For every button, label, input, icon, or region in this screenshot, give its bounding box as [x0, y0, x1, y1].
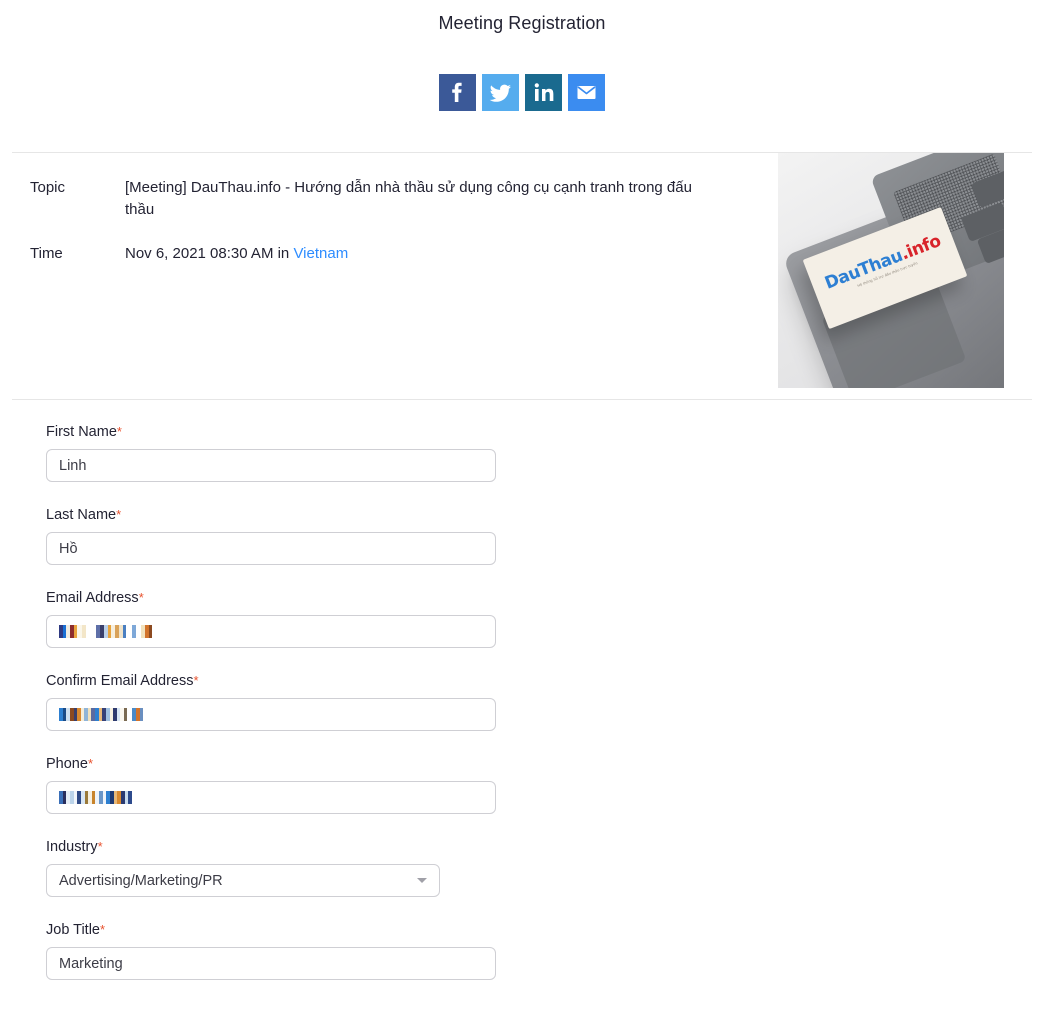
- last-name-value: Hồ: [59, 540, 78, 557]
- page-title: Meeting Registration: [438, 13, 606, 33]
- confirm-email-address-label-text: Confirm Email Address: [46, 673, 194, 689]
- time-value: Nov 6, 2021 08:30 AM in Vietnam: [125, 243, 348, 265]
- field-first-name: First Name* Linh: [46, 424, 552, 482]
- industry-label: Industry*: [46, 839, 552, 855]
- job-title-input[interactable]: Marketing: [46, 947, 496, 980]
- last-name-label: Last Name*: [46, 507, 552, 523]
- confirm-email-address-redacted-value: [59, 708, 143, 721]
- email-address-input[interactable]: [46, 615, 496, 648]
- field-last-name: Last Name* Hồ: [46, 507, 552, 565]
- confirm-email-address-label: Confirm Email Address*: [46, 673, 552, 689]
- industry-required-marker: *: [97, 839, 103, 854]
- phone-label: Phone*: [46, 756, 552, 772]
- industry-select[interactable]: Advertising/Marketing/PR: [46, 864, 440, 897]
- field-email-address: Email Address*: [46, 590, 552, 648]
- field-phone: Phone*: [46, 756, 552, 814]
- job-title-label-text: Job Title: [46, 922, 100, 938]
- first-name-label: First Name*: [46, 424, 552, 440]
- time-text: Nov 6, 2021 08:30 AM in: [125, 245, 294, 262]
- registration-page: Meeting Registration Topic [Meeting] Dau…: [0, 0, 1044, 1011]
- confirm-email-address-input[interactable]: [46, 698, 496, 731]
- registration-form: First Name* Linh Last Name* Hồ Email Add…: [0, 400, 1044, 1005]
- phone-label-text: Phone: [46, 756, 88, 772]
- phone-redacted-value: [59, 791, 132, 804]
- first-name-value: Linh: [59, 457, 87, 474]
- first-name-input[interactable]: Linh: [46, 449, 496, 482]
- form-footer: * Required information Information you p…: [0, 1005, 1044, 1011]
- email-address-redacted-value: [59, 625, 152, 638]
- last-name-required-marker: *: [116, 507, 122, 522]
- linkedin-icon: [534, 83, 554, 101]
- timezone-link[interactable]: Vietnam: [293, 245, 348, 262]
- job-title-value: Marketing: [59, 955, 123, 972]
- linkedin-share-button[interactable]: [525, 74, 562, 111]
- social-share-row: [0, 74, 1044, 111]
- facebook-share-button[interactable]: [439, 74, 476, 111]
- industry-label-text: Industry: [46, 839, 98, 855]
- topic-value: [Meeting] DauThau.info - Hướng dẫn nhà t…: [125, 179, 692, 218]
- job-title-label: Job Title*: [46, 922, 552, 938]
- email-share-button[interactable]: [568, 74, 605, 111]
- first-name-label-text: First Name: [46, 424, 117, 440]
- email-address-label: Email Address*: [46, 590, 552, 606]
- phone-input[interactable]: [46, 781, 496, 814]
- last-name-label-text: Last Name: [46, 507, 117, 523]
- topic-label: Topic: [30, 179, 66, 196]
- phone-required-marker: *: [87, 756, 93, 771]
- twitter-share-button[interactable]: [482, 74, 519, 111]
- email-address-label-text: Email Address: [46, 590, 139, 606]
- job-title-required-marker: *: [100, 922, 106, 937]
- chevron-down-icon: [417, 878, 427, 883]
- facebook-icon: [452, 82, 462, 102]
- last-name-input[interactable]: Hồ: [46, 532, 496, 565]
- field-industry: Industry* Advertising/Marketing/PR: [46, 839, 552, 897]
- field-job-title: Job Title* Marketing: [46, 922, 552, 980]
- twitter-icon: [489, 84, 511, 102]
- meeting-thumbnail: DauThau.info Hệ thống hỗ trợ đấu thầu tr…: [778, 153, 1004, 388]
- industry-selected-value: Advertising/Marketing/PR: [59, 872, 223, 889]
- field-confirm-email-address: Confirm Email Address*: [46, 673, 552, 731]
- email-address-required-marker: *: [138, 590, 144, 605]
- first-name-required-marker: *: [116, 424, 122, 439]
- time-label: Time: [30, 245, 63, 262]
- envelope-icon: [577, 86, 596, 99]
- confirm-email-address-required-marker: *: [193, 673, 199, 688]
- meeting-info-section: Topic [Meeting] DauThau.info - Hướng dẫn…: [0, 153, 1044, 399]
